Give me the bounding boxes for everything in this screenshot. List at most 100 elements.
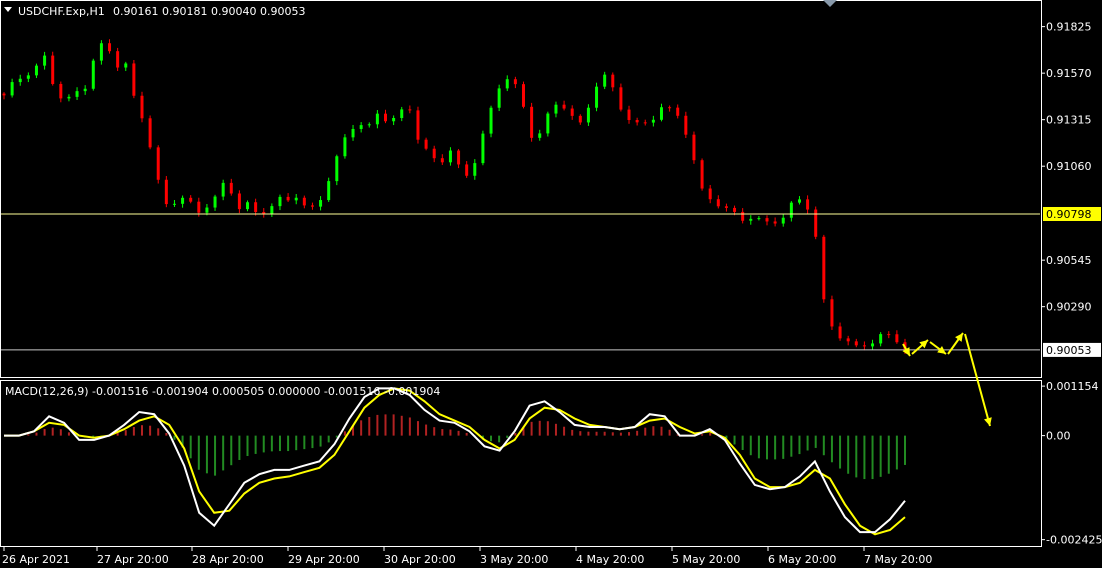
candle-body bbox=[822, 236, 826, 300]
candle-body bbox=[497, 88, 501, 108]
time-tick-label: 6 May 20:00 bbox=[768, 553, 836, 566]
candle-body bbox=[213, 196, 217, 208]
candle-body bbox=[367, 124, 371, 126]
candle-body bbox=[562, 104, 566, 109]
candle-body bbox=[716, 199, 720, 207]
candle-body bbox=[359, 125, 363, 129]
forecast-arrow-4-head[interactable] bbox=[955, 333, 963, 342]
time-tick-label: 3 May 20:00 bbox=[480, 553, 548, 566]
candle-body bbox=[627, 109, 631, 121]
trading-chart[interactable]: 0.907980.90053 0.91825 0.91570 0.91315 0.91… bbox=[0, 0, 1102, 568]
ohlc-label: 0.90161 0.90181 0.90040 0.90053 bbox=[113, 5, 305, 18]
candle-body bbox=[310, 205, 314, 207]
candle-body bbox=[335, 156, 339, 182]
candle-body bbox=[205, 207, 209, 213]
candle-body bbox=[10, 82, 14, 96]
time-tick-label: 26 Apr 2021 bbox=[2, 553, 70, 566]
candle-body bbox=[741, 211, 745, 221]
candle-body bbox=[254, 202, 258, 212]
candle-body bbox=[676, 107, 680, 116]
candle-body bbox=[156, 147, 160, 180]
time-tick-label: 4 May 20:00 bbox=[576, 553, 644, 566]
time-axis: 26 Apr 2021 27 Apr 20:00 28 Apr 20:00 29 Ap… bbox=[2, 546, 932, 566]
candle-body bbox=[668, 107, 672, 109]
candle-body bbox=[684, 115, 688, 135]
time-tick-label: 30 Apr 20:00 bbox=[384, 553, 456, 566]
candle-body bbox=[570, 108, 574, 116]
candle-body bbox=[327, 181, 331, 201]
forecast-arrows[interactable] bbox=[902, 332, 992, 427]
symbol-label: USDCHF.Exp,H1 bbox=[18, 5, 105, 18]
candle-body bbox=[246, 202, 250, 210]
candle-body bbox=[164, 179, 168, 205]
candle-body bbox=[781, 217, 785, 224]
price-axis: 0.91825 0.91570 0.91315 0.91060 0.90545 0.902… bbox=[1041, 21, 1092, 314]
candle-body bbox=[392, 118, 396, 122]
candle-body bbox=[116, 51, 120, 68]
candle-body bbox=[554, 104, 558, 114]
candle-body bbox=[700, 160, 704, 189]
candle-body bbox=[278, 196, 282, 207]
candle-body bbox=[351, 128, 355, 138]
price-tick-label: 0.91825 bbox=[1046, 21, 1092, 34]
time-tick-label: 7 May 20:00 bbox=[864, 553, 932, 566]
candle-body bbox=[432, 148, 436, 159]
candle-body bbox=[538, 133, 542, 138]
candle-body bbox=[448, 150, 452, 163]
candle-body bbox=[521, 84, 525, 107]
candle-body bbox=[862, 345, 866, 347]
last-price-label: 0.90053 bbox=[1046, 344, 1092, 357]
time-tick-label: 28 Apr 20:00 bbox=[192, 553, 264, 566]
candle-body bbox=[879, 334, 883, 344]
candle-body bbox=[18, 78, 22, 83]
candle-body bbox=[302, 197, 306, 206]
candle-body bbox=[457, 150, 461, 165]
candle-body bbox=[505, 79, 509, 89]
candle-body bbox=[871, 343, 875, 347]
candle-body bbox=[465, 164, 469, 176]
macd-lines bbox=[4, 387, 906, 536]
scroll-marker-icon[interactable] bbox=[823, 0, 837, 7]
candle-body bbox=[440, 158, 444, 163]
time-tick-label: 5 May 20:00 bbox=[672, 553, 740, 566]
candle-body bbox=[651, 119, 655, 123]
candle-body bbox=[481, 133, 485, 164]
candle-body bbox=[513, 79, 517, 85]
candle-body bbox=[692, 134, 696, 161]
candle-body bbox=[375, 113, 379, 125]
candle-body bbox=[124, 63, 128, 68]
candle-body bbox=[26, 75, 30, 79]
macd-histogram bbox=[19, 414, 906, 480]
collapse-arrow-icon[interactable] bbox=[4, 7, 12, 12]
candle-body bbox=[708, 188, 712, 200]
price-tick-label: 0.91315 bbox=[1046, 114, 1092, 127]
candle-body bbox=[67, 96, 71, 99]
candle-body bbox=[595, 86, 599, 108]
price-tick-label: 0.91060 bbox=[1046, 160, 1092, 173]
candle-body bbox=[578, 115, 582, 123]
candle-body bbox=[2, 93, 6, 96]
candle-body bbox=[586, 107, 590, 123]
candle-body bbox=[830, 299, 834, 327]
candle-body bbox=[854, 341, 858, 346]
candle-body bbox=[148, 118, 152, 148]
candle-body bbox=[643, 122, 647, 124]
candle-body bbox=[400, 109, 404, 119]
main-pane-frame bbox=[0, 0, 1042, 378]
candle-body bbox=[635, 120, 639, 123]
horizontal-levels[interactable]: 0.90798 0.90053 bbox=[1, 206, 1101, 357]
candle-body bbox=[221, 182, 225, 197]
candle-body bbox=[343, 137, 347, 157]
candle-body bbox=[408, 109, 412, 111]
macd-label: MACD(12,26,9) -0.001516 -0.001904 0.0005… bbox=[5, 385, 440, 398]
candle-body bbox=[659, 107, 663, 120]
price-tick-label: 0.91570 bbox=[1046, 67, 1092, 80]
candle-body bbox=[733, 207, 737, 212]
candle-body bbox=[51, 55, 55, 84]
candle-body bbox=[59, 83, 63, 99]
candle-body bbox=[724, 206, 728, 208]
candle-body bbox=[473, 163, 477, 176]
candle-body bbox=[319, 200, 323, 207]
time-tick-label: 27 Apr 20:00 bbox=[97, 553, 169, 566]
candle-body bbox=[181, 197, 185, 204]
